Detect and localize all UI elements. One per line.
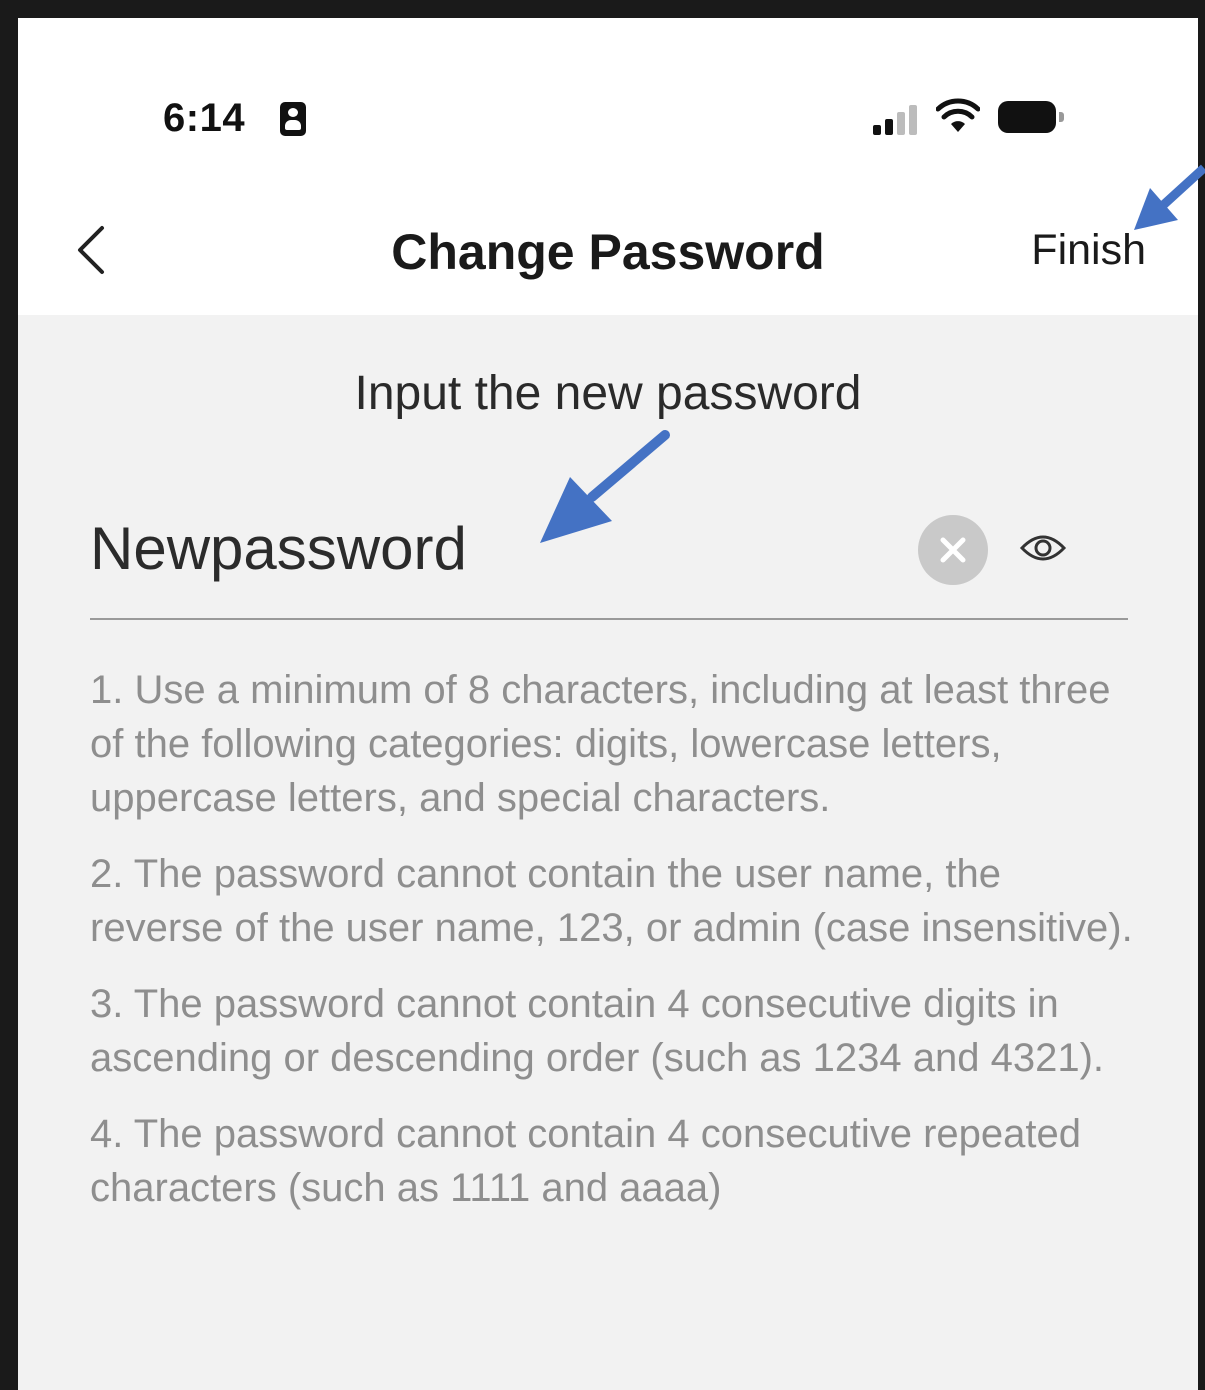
rule-item: 4. The password cannot contain 4 consecu…: [90, 1112, 1082, 1210]
wifi-icon: [936, 98, 980, 132]
page-title: Change Password: [391, 224, 825, 280]
rule-item: 1. Use a minimum of 8 characters, includ…: [90, 668, 1111, 820]
focus-mode-icon: [280, 102, 306, 136]
clear-icon: [940, 537, 966, 563]
signal-icon: [873, 105, 917, 135]
password-rules: 1. Use a minimum of 8 characters, includ…: [90, 663, 1140, 1237]
battery-icon: [998, 101, 1064, 133]
phone-screen: 6:14 Change Password Finish Input the ne…: [18, 18, 1198, 1390]
input-underline: [90, 618, 1128, 620]
eye-icon[interactable]: [1018, 528, 1068, 568]
annotation-arrow-icon: [1134, 164, 1205, 230]
new-password-input[interactable]: Newpassword: [90, 514, 467, 583]
form-heading: Input the new password: [354, 367, 862, 420]
rule-item: 2. The password cannot contain the user …: [90, 852, 1133, 950]
rule-item: 3. The password cannot contain 4 consecu…: [90, 982, 1105, 1080]
status-time: 6:14: [163, 96, 246, 140]
annotation-arrow-icon: [540, 430, 670, 543]
clear-button[interactable]: [918, 515, 988, 585]
